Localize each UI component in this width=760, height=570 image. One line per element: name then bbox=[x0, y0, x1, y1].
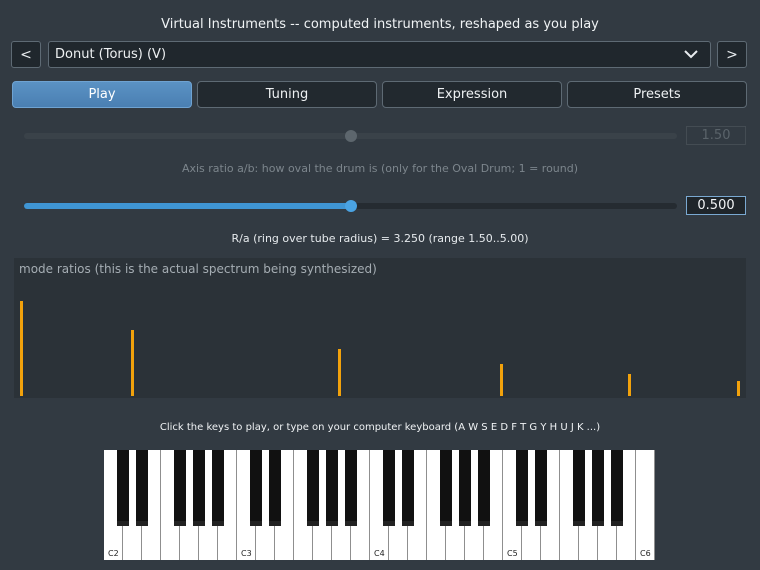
black-key[interactable] bbox=[402, 450, 414, 526]
black-key[interactable] bbox=[611, 450, 623, 526]
black-key[interactable] bbox=[117, 450, 129, 526]
tab-tuning[interactable]: Tuning bbox=[197, 81, 377, 108]
instrument-select-value: Donut (Torus) (V) bbox=[55, 47, 167, 62]
axis-ratio-value-field[interactable]: 1.50 bbox=[686, 126, 746, 145]
white-key-c6[interactable]: C6 bbox=[636, 450, 655, 560]
black-key[interactable] bbox=[345, 450, 357, 526]
ring-ratio-slider[interactable] bbox=[24, 200, 677, 212]
ring-ratio-slider-handle[interactable] bbox=[344, 200, 357, 212]
axis-ratio-slider[interactable] bbox=[24, 130, 677, 142]
next-instrument-button[interactable]: > bbox=[717, 41, 747, 68]
ring-ratio-slider-fill bbox=[24, 203, 351, 209]
black-key[interactable] bbox=[535, 450, 547, 526]
black-key[interactable] bbox=[440, 450, 452, 526]
black-key[interactable] bbox=[193, 450, 205, 526]
tab-play[interactable]: Play bbox=[12, 81, 192, 108]
black-key[interactable] bbox=[269, 450, 281, 526]
black-key[interactable] bbox=[573, 450, 585, 526]
spectrum-mode-bar bbox=[500, 363, 504, 396]
black-key[interactable] bbox=[383, 450, 395, 526]
octave-label: C4 bbox=[374, 549, 385, 558]
black-key[interactable] bbox=[212, 450, 224, 526]
keyboard-caption: Click the keys to play, or type on your … bbox=[159, 422, 601, 433]
black-key[interactable] bbox=[516, 450, 528, 526]
octave-label: C2 bbox=[108, 549, 119, 558]
window-title: Virtual Instruments -- computed instrume… bbox=[161, 17, 599, 32]
spectrum-mode-bar bbox=[130, 329, 134, 396]
black-key[interactable] bbox=[250, 450, 262, 526]
black-key[interactable] bbox=[592, 450, 604, 526]
spectrum-mode-bar bbox=[338, 349, 342, 396]
black-key[interactable] bbox=[307, 450, 319, 526]
prev-instrument-button[interactable]: < bbox=[11, 41, 41, 68]
spectrum-mode-bar bbox=[19, 301, 23, 396]
black-key[interactable] bbox=[136, 450, 148, 526]
spectrum-mode-bar bbox=[736, 380, 740, 396]
octave-label: C5 bbox=[507, 549, 518, 558]
tab-presets[interactable]: Presets bbox=[567, 81, 747, 108]
spectrum-mode-bar bbox=[627, 374, 631, 396]
axis-ratio-caption: Axis ratio a/b: how oval the drum is (on… bbox=[181, 162, 579, 175]
black-key[interactable] bbox=[174, 450, 186, 526]
black-key[interactable] bbox=[478, 450, 490, 526]
instrument-select[interactable]: Donut (Torus) (V) bbox=[48, 41, 711, 68]
mode-spectrum-panel: mode ratios (this is the actual spectrum… bbox=[14, 258, 746, 398]
chevron-down-icon bbox=[684, 50, 698, 59]
octave-label: C3 bbox=[241, 549, 252, 558]
axis-ratio-slider-handle[interactable] bbox=[344, 130, 357, 142]
black-key[interactable] bbox=[459, 450, 471, 526]
spectrum-label: mode ratios (this is the actual spectrum… bbox=[19, 262, 377, 276]
piano-keyboard[interactable]: C2 C3 C4 C5 C6 bbox=[104, 450, 655, 560]
tab-expression[interactable]: Expression bbox=[382, 81, 562, 108]
black-key[interactable] bbox=[326, 450, 338, 526]
ring-ratio-value-field[interactable]: 0.500 bbox=[686, 196, 746, 215]
octave-label: C6 bbox=[640, 549, 651, 558]
ring-ratio-caption: R/a (ring over tube radius) = 3.250 (ran… bbox=[231, 232, 529, 245]
